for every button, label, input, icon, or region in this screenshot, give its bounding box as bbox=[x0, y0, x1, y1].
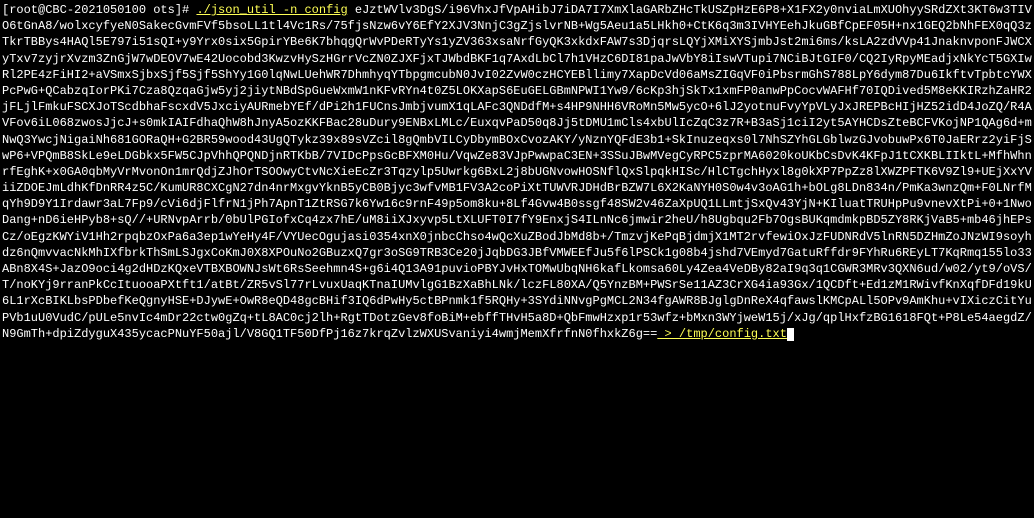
cursor bbox=[787, 328, 794, 341]
redirect-text[interactable]: > /tmp/config.txt bbox=[657, 327, 787, 341]
terminal-output: [root@CBC-2021050100 ots]# ./json_util -… bbox=[2, 2, 1032, 342]
shell-prompt: [root@CBC-2021050100 ots]# bbox=[2, 3, 196, 17]
command-text[interactable]: ./json_util -n config bbox=[196, 3, 347, 17]
user-host: root@CBC-2021050100 ots bbox=[9, 3, 175, 17]
base64-output: eJztWVlv3DgS/i96VhxJfVpAHibJ7iDA7I7XmXla… bbox=[2, 3, 1032, 341]
bracket-close: ]# bbox=[175, 3, 197, 17]
